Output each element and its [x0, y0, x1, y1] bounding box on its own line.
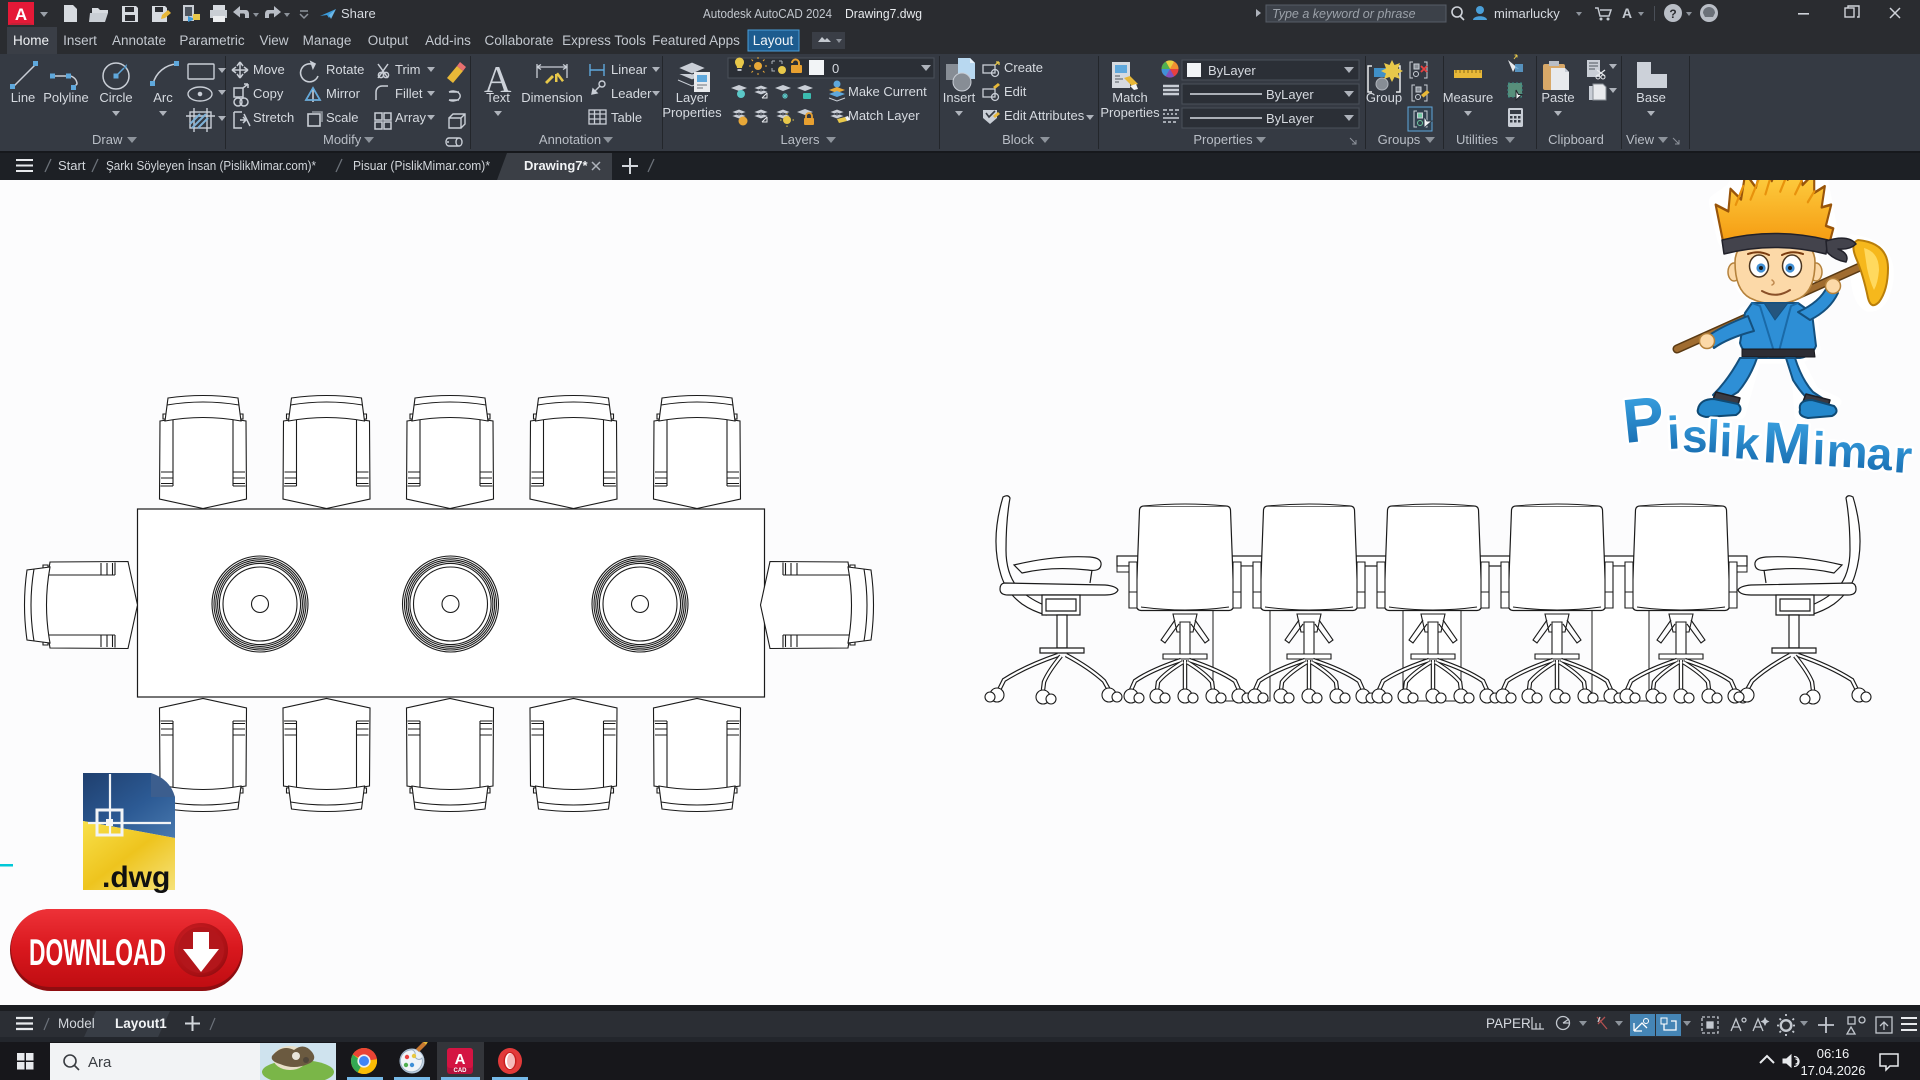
svg-text:Parametric: Parametric: [179, 33, 245, 48]
svg-text:DOWNLOAD: DOWNLOAD: [29, 932, 166, 973]
svg-text:A: A: [455, 1051, 466, 1068]
svg-text:Stretch: Stretch: [253, 110, 294, 125]
svg-text:Featured Apps: Featured Apps: [652, 33, 740, 48]
svg-text:View: View: [259, 33, 288, 48]
svg-text:Line: Line: [11, 90, 36, 105]
svg-text:Trim: Trim: [395, 62, 421, 77]
svg-text:Type a keyword or phrase: Type a keyword or phrase: [1272, 7, 1416, 21]
svg-text:Şarkı Söyleyen İnsan (PislikMi: Şarkı Söyleyen İnsan (PislikMimar.com)*: [106, 158, 316, 173]
svg-text:ByLayer: ByLayer: [1266, 87, 1314, 102]
svg-text:Edit: Edit: [1004, 84, 1027, 99]
svg-text:Paste: Paste: [1541, 90, 1574, 105]
svg-text:Array: Array: [395, 110, 427, 125]
svg-text:Manage: Manage: [303, 33, 352, 48]
svg-text:Copy: Copy: [253, 86, 284, 101]
svg-text:A: A: [1622, 5, 1632, 21]
svg-text:Measure: Measure: [1443, 90, 1494, 105]
svg-text:a: a: [1865, 427, 1894, 480]
svg-text:Pisuar (PislikMimar.com)*: Pisuar (PislikMimar.com)*: [353, 158, 490, 173]
svg-text:Modify: Modify: [323, 132, 362, 147]
svg-text:s: s: [1682, 410, 1708, 462]
svg-text:Dimension: Dimension: [521, 90, 582, 105]
svg-text:Layers: Layers: [780, 132, 820, 147]
svg-text:Table: Table: [611, 110, 642, 125]
svg-text:Output: Output: [368, 33, 409, 48]
svg-text:Layout1: Layout1: [115, 1016, 167, 1031]
svg-text:Properties: Properties: [1193, 132, 1253, 147]
svg-text:Ara: Ara: [88, 1054, 112, 1071]
svg-text:Layout: Layout: [753, 33, 794, 48]
svg-text:Leader: Leader: [611, 86, 652, 101]
svg-text:Annotate: Annotate: [112, 33, 166, 48]
svg-text:Express Tools: Express Tools: [562, 33, 646, 48]
svg-text:Start: Start: [58, 158, 86, 173]
svg-text:ByLayer: ByLayer: [1266, 111, 1314, 126]
svg-text:Match: Match: [1112, 90, 1147, 105]
svg-text:Text: Text: [486, 90, 510, 105]
svg-text:i: i: [1666, 406, 1681, 459]
svg-text:i: i: [1812, 422, 1827, 474]
svg-text:Create: Create: [1004, 60, 1043, 75]
svg-text:r: r: [1892, 430, 1914, 483]
svg-text:Clipboard: Clipboard: [1548, 132, 1604, 147]
svg-text:17.04.2026: 17.04.2026: [1800, 1063, 1865, 1078]
svg-text:Circle: Circle: [99, 90, 132, 105]
svg-text:Match Layer: Match Layer: [848, 108, 920, 123]
svg-text:P: P: [1619, 384, 1667, 457]
svg-text:Add-ins: Add-ins: [425, 33, 471, 48]
svg-text:Block: Block: [1002, 132, 1034, 147]
svg-text:Home: Home: [13, 33, 49, 48]
svg-text:Share: Share: [341, 6, 376, 21]
svg-text:Draw: Draw: [92, 132, 123, 147]
svg-text:PAPER: PAPER: [1486, 1016, 1531, 1031]
svg-text:Groups: Groups: [1378, 132, 1421, 147]
svg-text:.dwg: .dwg: [102, 861, 170, 894]
svg-text:Group: Group: [1366, 90, 1402, 105]
svg-text:Utilities: Utilities: [1456, 132, 1498, 147]
svg-text:Polyline: Polyline: [43, 90, 89, 105]
svg-text:Drawing7.dwg: Drawing7.dwg: [845, 6, 922, 21]
svg-text:Make Current: Make Current: [848, 84, 927, 99]
svg-text:?: ?: [1669, 7, 1676, 21]
svg-text:Properties: Properties: [1100, 105, 1160, 120]
svg-text:Mirror: Mirror: [326, 86, 361, 101]
svg-text:i: i: [1719, 414, 1734, 466]
svg-text:Insert: Insert: [943, 90, 976, 105]
svg-text:View: View: [1626, 132, 1655, 147]
svg-text:Fillet: Fillet: [395, 86, 423, 101]
svg-text:Arc: Arc: [153, 90, 173, 105]
svg-text:Rotate: Rotate: [326, 62, 364, 77]
svg-text:ByLayer: ByLayer: [1208, 63, 1256, 78]
svg-text:Layer: Layer: [676, 90, 709, 105]
svg-text:Properties: Properties: [662, 105, 722, 120]
svg-text:CAD: CAD: [454, 1068, 468, 1074]
svg-text:Drawing7*: Drawing7*: [524, 158, 589, 173]
svg-text:Insert: Insert: [63, 33, 97, 48]
svg-text:Autodesk AutoCAD 2024: Autodesk AutoCAD 2024: [703, 6, 832, 21]
svg-text:Base: Base: [1636, 90, 1666, 105]
svg-text:06:16: 06:16: [1817, 1046, 1850, 1061]
svg-text:Edit Attributes: Edit Attributes: [1004, 108, 1085, 123]
svg-text:Move: Move: [253, 62, 285, 77]
svg-text:Annotation: Annotation: [539, 132, 601, 147]
svg-text:m: m: [1825, 424, 1869, 478]
svg-text:0: 0: [832, 61, 839, 76]
svg-text:A: A: [15, 5, 27, 24]
svg-text:Scale: Scale: [326, 110, 359, 125]
svg-text:M: M: [1761, 410, 1813, 477]
svg-text:Model: Model: [58, 1016, 95, 1031]
svg-text:k: k: [1732, 416, 1762, 470]
svg-text:Linear: Linear: [611, 62, 648, 77]
svg-text:Collaborate: Collaborate: [484, 33, 553, 48]
svg-text:mimarlucky: mimarlucky: [1494, 6, 1560, 21]
